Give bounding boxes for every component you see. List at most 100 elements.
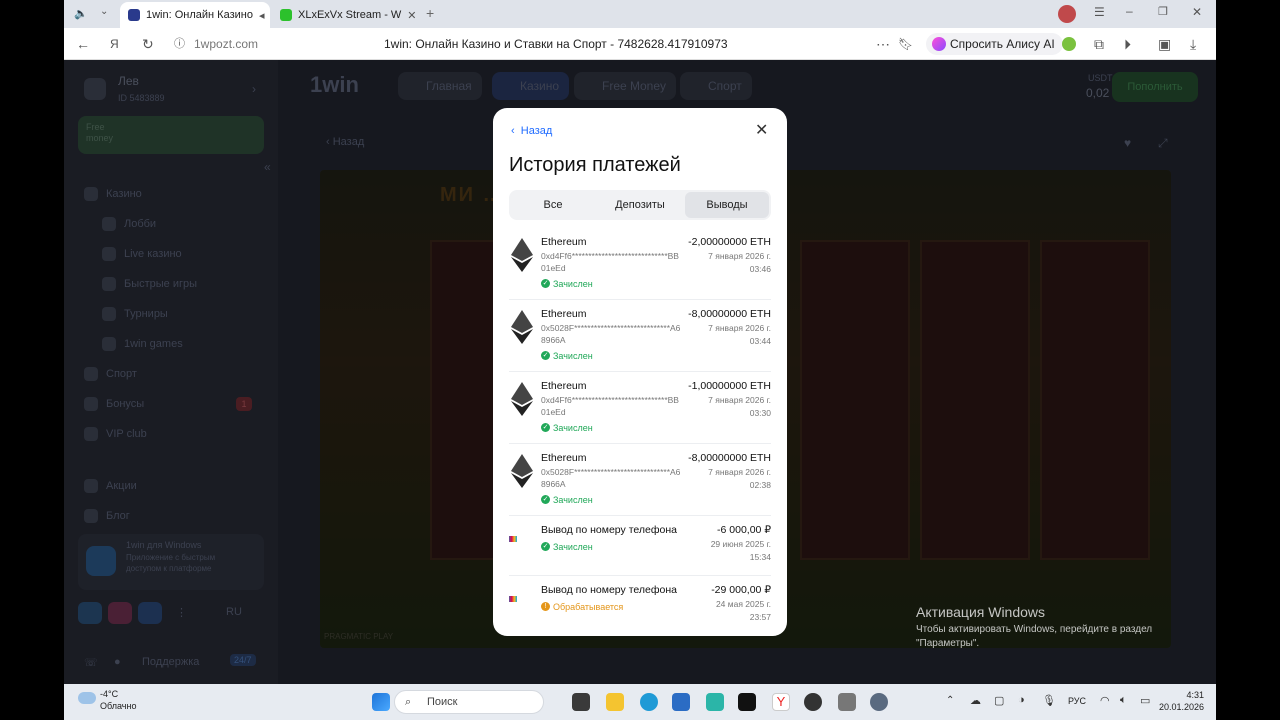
- tab-all[interactable]: Все: [511, 192, 595, 218]
- speaker-icon[interactable]: 🔈: [74, 7, 88, 20]
- app-icon[interactable]: [804, 693, 822, 711]
- sidebar-item-fast-games[interactable]: Быстрые игры: [124, 278, 197, 290]
- tab-1win[interactable]: 1win: Онлайн Казино ◂ ✕: [120, 2, 270, 28]
- language-selector[interactable]: RU: [226, 606, 242, 618]
- support-link[interactable]: Поддержка: [142, 656, 199, 668]
- collections-icon[interactable]: ▣: [1158, 35, 1171, 53]
- windows-app-card[interactable]: 1win для Windows Приложение с быстрым до…: [78, 534, 264, 590]
- chevron-up-icon[interactable]: ⌃: [946, 695, 954, 706]
- heart-icon[interactable]: ♥: [1124, 136, 1131, 150]
- transaction-row[interactable]: Ethereum 0xd4Ff6************************…: [509, 236, 771, 300]
- sidebar-item-blog[interactable]: Блог: [106, 510, 130, 522]
- sidebar-item-tournaments[interactable]: Турниры: [124, 308, 168, 320]
- site-info-icon[interactable]: ⓘ: [174, 35, 185, 53]
- tray-icon[interactable]: ◑: [1018, 694, 1025, 706]
- restore-icon[interactable]: ❐: [1158, 5, 1168, 18]
- ask-alice-button[interactable]: Спросить Алису AI: [926, 33, 1063, 55]
- collapse-icon[interactable]: «: [264, 160, 271, 174]
- bookmark-icon[interactable]: 🔖︎: [898, 35, 913, 53]
- sidebar-item-casino[interactable]: Казино: [106, 188, 142, 200]
- file-explorer-icon[interactable]: [606, 693, 624, 711]
- store-icon[interactable]: [672, 693, 690, 711]
- transaction-row[interactable]: Вывод по номеру телефона Зачислен -6 000…: [509, 524, 771, 576]
- game-back-link[interactable]: ‹ Назад: [326, 136, 364, 148]
- language-indicator[interactable]: РУС: [1068, 696, 1086, 706]
- tab-withdrawals[interactable]: Выводы: [685, 192, 769, 218]
- new-tab-icon[interactable]: +: [426, 5, 434, 21]
- back-arrow-icon[interactable]: ←: [76, 35, 90, 53]
- wifi-icon[interactable]: ◠: [1100, 694, 1110, 707]
- chevron-down-icon[interactable]: ⌄: [100, 6, 108, 17]
- close-window-icon[interactable]: ✕: [1192, 5, 1202, 19]
- tab-stream[interactable]: XLxExVx Stream - W ✕: [272, 2, 422, 28]
- site-logo[interactable]: 1win: [310, 72, 359, 98]
- user-name: Лев: [118, 74, 139, 88]
- battery-icon[interactable]: ▭: [1140, 694, 1150, 707]
- more-icon[interactable]: ⋯: [876, 35, 890, 53]
- settings-icon[interactable]: [870, 693, 888, 711]
- modal-back-button[interactable]: ‹ Назад: [511, 125, 552, 137]
- chat-icon[interactable]: ●: [114, 656, 121, 668]
- close-icon[interactable]: ✕: [755, 123, 768, 139]
- chevron-right-icon[interactable]: ›: [252, 82, 256, 96]
- extension-icon[interactable]: [1062, 37, 1076, 51]
- microphone-icon[interactable]: 🎙︎: [1042, 694, 1056, 707]
- sidebar-item-bonuses[interactable]: Бонусы: [106, 398, 144, 410]
- deposit-button[interactable]: Пополнить: [1112, 72, 1198, 102]
- tray-icon[interactable]: ▢: [994, 694, 1004, 707]
- reload-icon[interactable]: ↻: [142, 35, 154, 53]
- transaction-date: 7 января 2026 г. 02:38: [708, 466, 771, 492]
- free-money-banner[interactable]: Free money: [78, 116, 264, 154]
- phone-icon[interactable]: ☏: [84, 656, 98, 669]
- start-icon[interactable]: [372, 693, 390, 711]
- browser-window: 🔈 ⌄ 1win: Онлайн Казино ◂ ✕ XLxExVx Stre…: [64, 0, 1216, 720]
- app-icon[interactable]: [706, 693, 724, 711]
- puzzle-icon[interactable]: ⧉: [1094, 35, 1104, 53]
- fullscreen-icon[interactable]: ⤢: [1158, 136, 1168, 151]
- url-host[interactable]: 1wpozt.com: [194, 37, 258, 51]
- vk-icon[interactable]: [138, 602, 162, 624]
- yandex-icon[interactable]: Я: [110, 35, 119, 53]
- search-input[interactable]: ⌕ Поиск: [394, 690, 544, 714]
- instagram-icon[interactable]: [108, 602, 132, 624]
- sidebar-item-1win-games[interactable]: 1win games: [124, 338, 183, 350]
- weather-widget[interactable]: -4°C Облачно: [78, 688, 136, 712]
- tab-deposits[interactable]: Депозиты: [598, 192, 682, 218]
- nav-home[interactable]: Главная: [398, 72, 482, 100]
- clock[interactable]: 4:31 20.01.2026: [1159, 689, 1204, 713]
- avatar[interactable]: [1058, 5, 1076, 23]
- lobby-icon: [102, 217, 116, 231]
- sidebar-item-promotions[interactable]: Акции: [106, 480, 137, 492]
- task-view-icon[interactable]: [572, 693, 590, 711]
- volume-icon[interactable]: 🔈︎: [1120, 694, 1127, 707]
- media-icon[interactable]: ⏵: [1124, 35, 1131, 53]
- camera-icon[interactable]: [838, 693, 856, 711]
- balance-value: 0,02: [1086, 86, 1110, 100]
- minimize-icon[interactable]: –: [1126, 4, 1133, 18]
- nav-casino[interactable]: Казино: [492, 72, 570, 100]
- sidebar-item-sport[interactable]: Спорт: [106, 368, 137, 380]
- sidebar-item-live-casino[interactable]: Live казино: [124, 248, 182, 260]
- edge-icon[interactable]: [640, 693, 658, 711]
- nav-sport[interactable]: Спорт: [680, 72, 752, 100]
- sidebar-item-lobby[interactable]: Лобби: [124, 218, 156, 230]
- download-icon[interactable]: ⤓: [1190, 35, 1196, 53]
- transaction-row[interactable]: Ethereum 0x5028F************************…: [509, 308, 771, 372]
- onedrive-icon[interactable]: ☁: [970, 694, 981, 707]
- yandex-browser-icon[interactable]: Y: [772, 693, 790, 711]
- status-badge: Зачислен: [541, 279, 593, 289]
- close-icon[interactable]: ✕: [407, 9, 416, 22]
- sidebar-item-vip-club[interactable]: VIP club: [106, 428, 147, 440]
- transaction-row[interactable]: Ethereum 0xd4Ff6************************…: [509, 380, 771, 444]
- page-title[interactable]: 1win: Онлайн Казино и Ставки на Спорт - …: [384, 37, 728, 51]
- more-icon[interactable]: ⋮: [176, 606, 187, 619]
- status-badge: Зачислен: [541, 351, 593, 361]
- menu-icon[interactable]: ☰: [1094, 5, 1105, 19]
- transaction-amount: -8,00000000 ETH: [688, 308, 771, 320]
- nav-free-money[interactable]: Free Money: [574, 72, 677, 100]
- avatar[interactable]: [84, 78, 106, 100]
- app-icon[interactable]: [738, 693, 756, 711]
- transaction-row[interactable]: Ethereum 0x5028F************************…: [509, 452, 771, 516]
- transaction-row[interactable]: Вывод по номеру телефона Обрабатывается …: [509, 584, 771, 636]
- telegram-icon[interactable]: [78, 602, 102, 624]
